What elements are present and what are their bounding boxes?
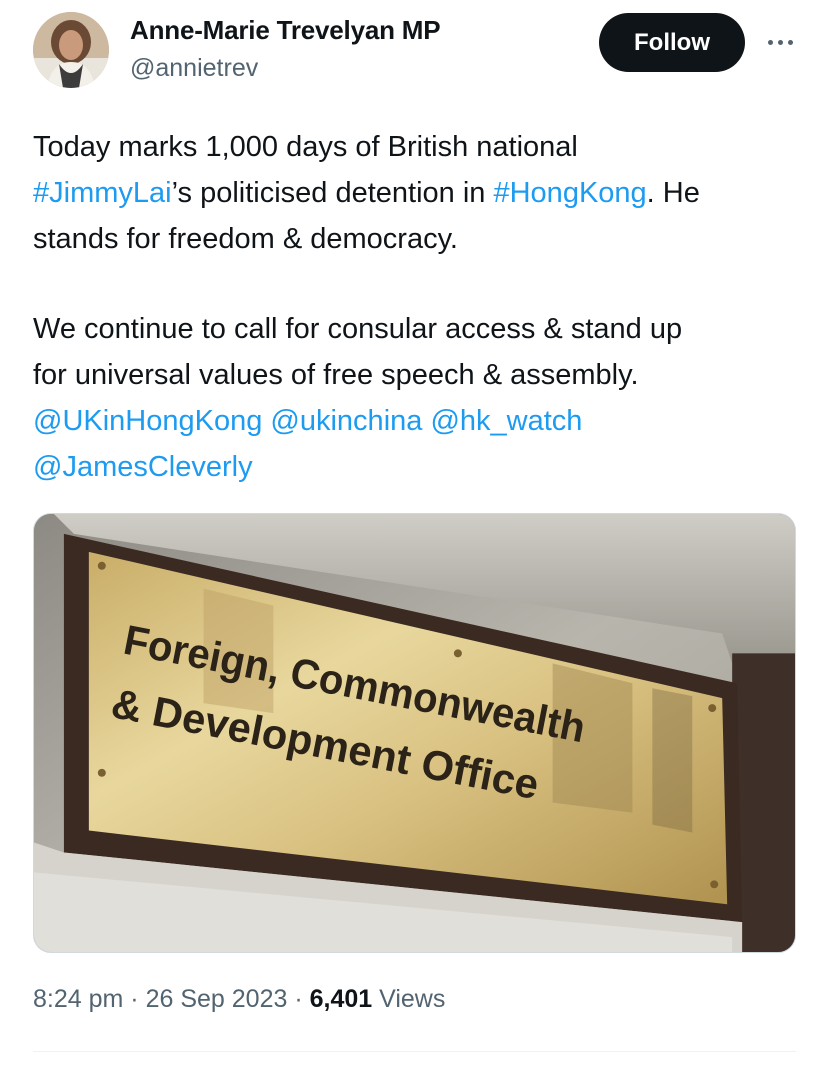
mention-jamescleverly[interactable]: @JamesCleverly xyxy=(33,451,253,483)
meta-separator: · xyxy=(294,985,303,1013)
avatar[interactable] xyxy=(33,12,109,88)
tweet-text: Today marks 1,000 days of British nation… xyxy=(33,124,803,490)
tweet-line: @JamesCleverly xyxy=(33,444,803,490)
mention-ukinhongkong[interactable]: @UKinHongKong xyxy=(33,405,262,437)
tweet-line: Today marks 1,000 days of British nation… xyxy=(33,131,578,163)
more-horizontal-icon-dot xyxy=(787,39,793,45)
tweet-meta: 8:24 pm · 26 Sep 2023 · 6,401 Views xyxy=(33,985,445,1014)
sign-photo: Foreign, Commonwealth & Development Offi… xyxy=(34,514,795,952)
mention-hk-watch[interactable]: @hk_watch xyxy=(430,405,582,437)
tweet-line: We continue to call for consular access … xyxy=(33,313,683,345)
tweet-line: for universal values of free speech & as… xyxy=(33,359,639,391)
follow-button[interactable]: Follow xyxy=(599,13,745,72)
more-options-button[interactable] xyxy=(760,24,800,60)
author-name[interactable]: Anne-Marie Trevelyan MP xyxy=(130,15,441,46)
hashtag-hongkong[interactable]: #HongKong xyxy=(493,177,646,209)
tweet-line: #JimmyLai’s politicised detention in #Ho… xyxy=(33,170,803,216)
more-horizontal-icon-dot xyxy=(777,39,783,45)
views-label: Views xyxy=(379,985,446,1013)
author-handle[interactable]: @annietrev xyxy=(130,54,258,83)
tweet-fragment: ’s politicised detention in xyxy=(171,177,494,209)
tweet-time[interactable]: 8:24 pm xyxy=(33,985,123,1013)
tweet: Anne-Marie Trevelyan MP @annietrev Follo… xyxy=(0,0,828,1067)
tweet-line: stands for freedom & democracy. xyxy=(33,223,458,255)
avatar-image xyxy=(33,12,109,88)
mention-ukinchina[interactable]: @ukinchina xyxy=(270,405,422,437)
meta-separator: · xyxy=(130,985,139,1013)
tweet-fragment: . He xyxy=(646,177,700,209)
more-horizontal-icon xyxy=(767,39,773,45)
tweet-line: @UKinHongKong @ukinchina @hk_watch xyxy=(33,398,803,444)
tweet-date[interactable]: 26 Sep 2023 xyxy=(146,985,288,1013)
divider xyxy=(33,1051,796,1052)
tweet-image[interactable]: Foreign, Commonwealth & Development Offi… xyxy=(33,513,796,953)
views-count[interactable]: 6,401 xyxy=(310,985,373,1013)
hashtag-jimmylai[interactable]: #JimmyLai xyxy=(33,177,172,209)
